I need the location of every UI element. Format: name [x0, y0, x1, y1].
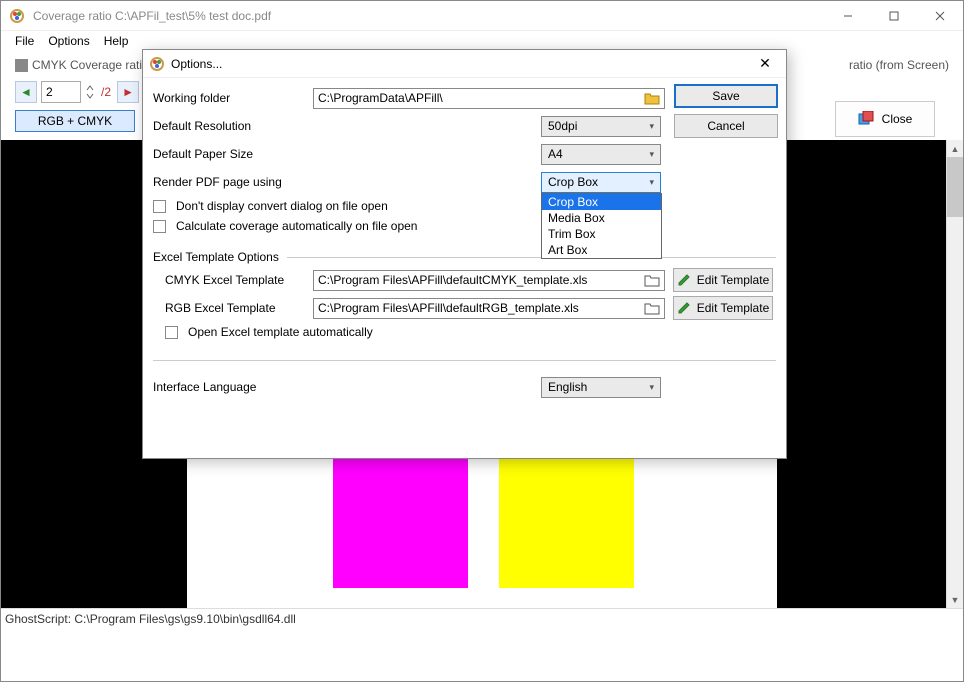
rgb-cmyk-button[interactable]: RGB + CMYK: [15, 110, 135, 132]
title-bar: Coverage ratio C:\APFil_test\5% test doc…: [1, 1, 963, 31]
close-button[interactable]: Close: [835, 101, 935, 137]
menu-options[interactable]: Options: [48, 34, 89, 48]
render-box-select[interactable]: Crop Box▾: [541, 172, 661, 193]
options-dialog: Options... ✕ Save Cancel Working folder …: [142, 49, 787, 459]
chevron-down-icon: ▾: [649, 149, 654, 160]
status-bar: GhostScript: C:\Program Files\gs\gs9.10\…: [1, 608, 963, 628]
close-icon: [858, 111, 874, 127]
dropdown-option-media-box[interactable]: Media Box: [542, 210, 661, 226]
edit-cmyk-template-button[interactable]: Edit Template: [673, 268, 773, 292]
scroll-up-icon[interactable]: ▲: [947, 140, 963, 157]
window-title: Coverage ratio C:\APFil_test\5% test doc…: [33, 9, 825, 23]
separator: [153, 360, 776, 361]
cmyk-template-label: CMYK Excel Template: [165, 273, 313, 287]
language-select[interactable]: English▾: [541, 377, 661, 398]
open-excel-checkbox[interactable]: [165, 326, 178, 339]
main-window: Coverage ratio C:\APFil_test\5% test doc…: [0, 0, 964, 682]
working-folder-input[interactable]: C:\ProgramData\APFill\: [313, 88, 665, 109]
interface-language-label: Interface Language: [153, 380, 313, 394]
browse-icon[interactable]: [644, 273, 660, 287]
calc-auto-checkbox[interactable]: [153, 220, 166, 233]
paper-size-select[interactable]: A4▾: [541, 144, 661, 165]
cmyk-coverage-label: CMYK Coverage ratio: [32, 58, 149, 72]
resolution-select[interactable]: 50dpi▾: [541, 116, 661, 137]
maximize-button[interactable]: [871, 1, 917, 31]
dialog-close-button[interactable]: ✕: [750, 55, 780, 72]
save-button[interactable]: Save: [674, 84, 778, 108]
sample-magenta: [333, 450, 468, 588]
rgb-template-input[interactable]: C:\Program Files\APFill\defaultRGB_templ…: [313, 298, 665, 319]
scroll-down-icon[interactable]: ▼: [947, 591, 963, 608]
dropdown-option-art-box[interactable]: Art Box: [542, 242, 661, 258]
excel-group-label: Excel Template Options: [153, 250, 279, 264]
close-window-button[interactable]: [917, 1, 963, 31]
default-paper-label: Default Paper Size: [153, 147, 313, 161]
dialog-title: Options...: [171, 57, 222, 71]
dont-display-label: Don't display convert dialog on file ope…: [176, 199, 388, 213]
render-pdf-label: Render PDF page using: [153, 175, 313, 189]
calc-auto-label: Calculate coverage automatically on file…: [176, 219, 417, 233]
minimize-button[interactable]: [825, 1, 871, 31]
cancel-button[interactable]: Cancel: [674, 114, 778, 138]
page-number-input[interactable]: [41, 81, 81, 103]
render-box-dropdown[interactable]: Crop Box Media Box Trim Box Art Box: [541, 193, 662, 259]
dialog-title-bar: Options... ✕: [143, 50, 786, 78]
app-icon: [149, 56, 165, 72]
dropdown-option-trim-box[interactable]: Trim Box: [542, 226, 661, 242]
browse-icon[interactable]: [644, 301, 660, 315]
app-icon: [9, 8, 25, 24]
pencil-icon: [677, 301, 691, 315]
close-button-label: Close: [882, 112, 913, 126]
next-page-button[interactable]: ►: [117, 81, 139, 103]
working-folder-label: Working folder: [153, 91, 313, 105]
prev-page-button[interactable]: ◄: [15, 81, 37, 103]
open-excel-label: Open Excel template automatically: [188, 325, 373, 339]
cmyk-coverage-checkbox[interactable]: CMYK Coverage ratio: [15, 58, 149, 72]
sample-yellow: [499, 450, 634, 588]
edit-rgb-template-button[interactable]: Edit Template: [673, 296, 773, 320]
cmyk-template-input[interactable]: C:\Program Files\APFill\defaultCMYK_temp…: [313, 270, 665, 291]
rgb-template-label: RGB Excel Template: [165, 301, 313, 315]
page-spinner[interactable]: [85, 82, 95, 102]
menu-bar: File Options Help: [1, 31, 963, 51]
page-total: /2: [101, 85, 111, 99]
vertical-scrollbar[interactable]: ▲ ▼: [946, 140, 963, 608]
default-resolution-label: Default Resolution: [153, 119, 313, 133]
chevron-down-icon: ▾: [649, 121, 654, 132]
folder-icon[interactable]: [644, 91, 660, 105]
chevron-down-icon: ▾: [649, 177, 654, 188]
dont-display-checkbox[interactable]: [153, 200, 166, 213]
pencil-icon: [677, 273, 691, 287]
menu-file[interactable]: File: [15, 34, 34, 48]
screen-ratio-label: ratio (from Screen): [849, 58, 949, 72]
dropdown-option-crop-box[interactable]: Crop Box: [542, 194, 661, 210]
menu-help[interactable]: Help: [104, 34, 129, 48]
scroll-thumb[interactable]: [947, 157, 963, 217]
status-text: GhostScript: C:\Program Files\gs\gs9.10\…: [5, 612, 296, 626]
chevron-down-icon: ▾: [649, 382, 654, 393]
